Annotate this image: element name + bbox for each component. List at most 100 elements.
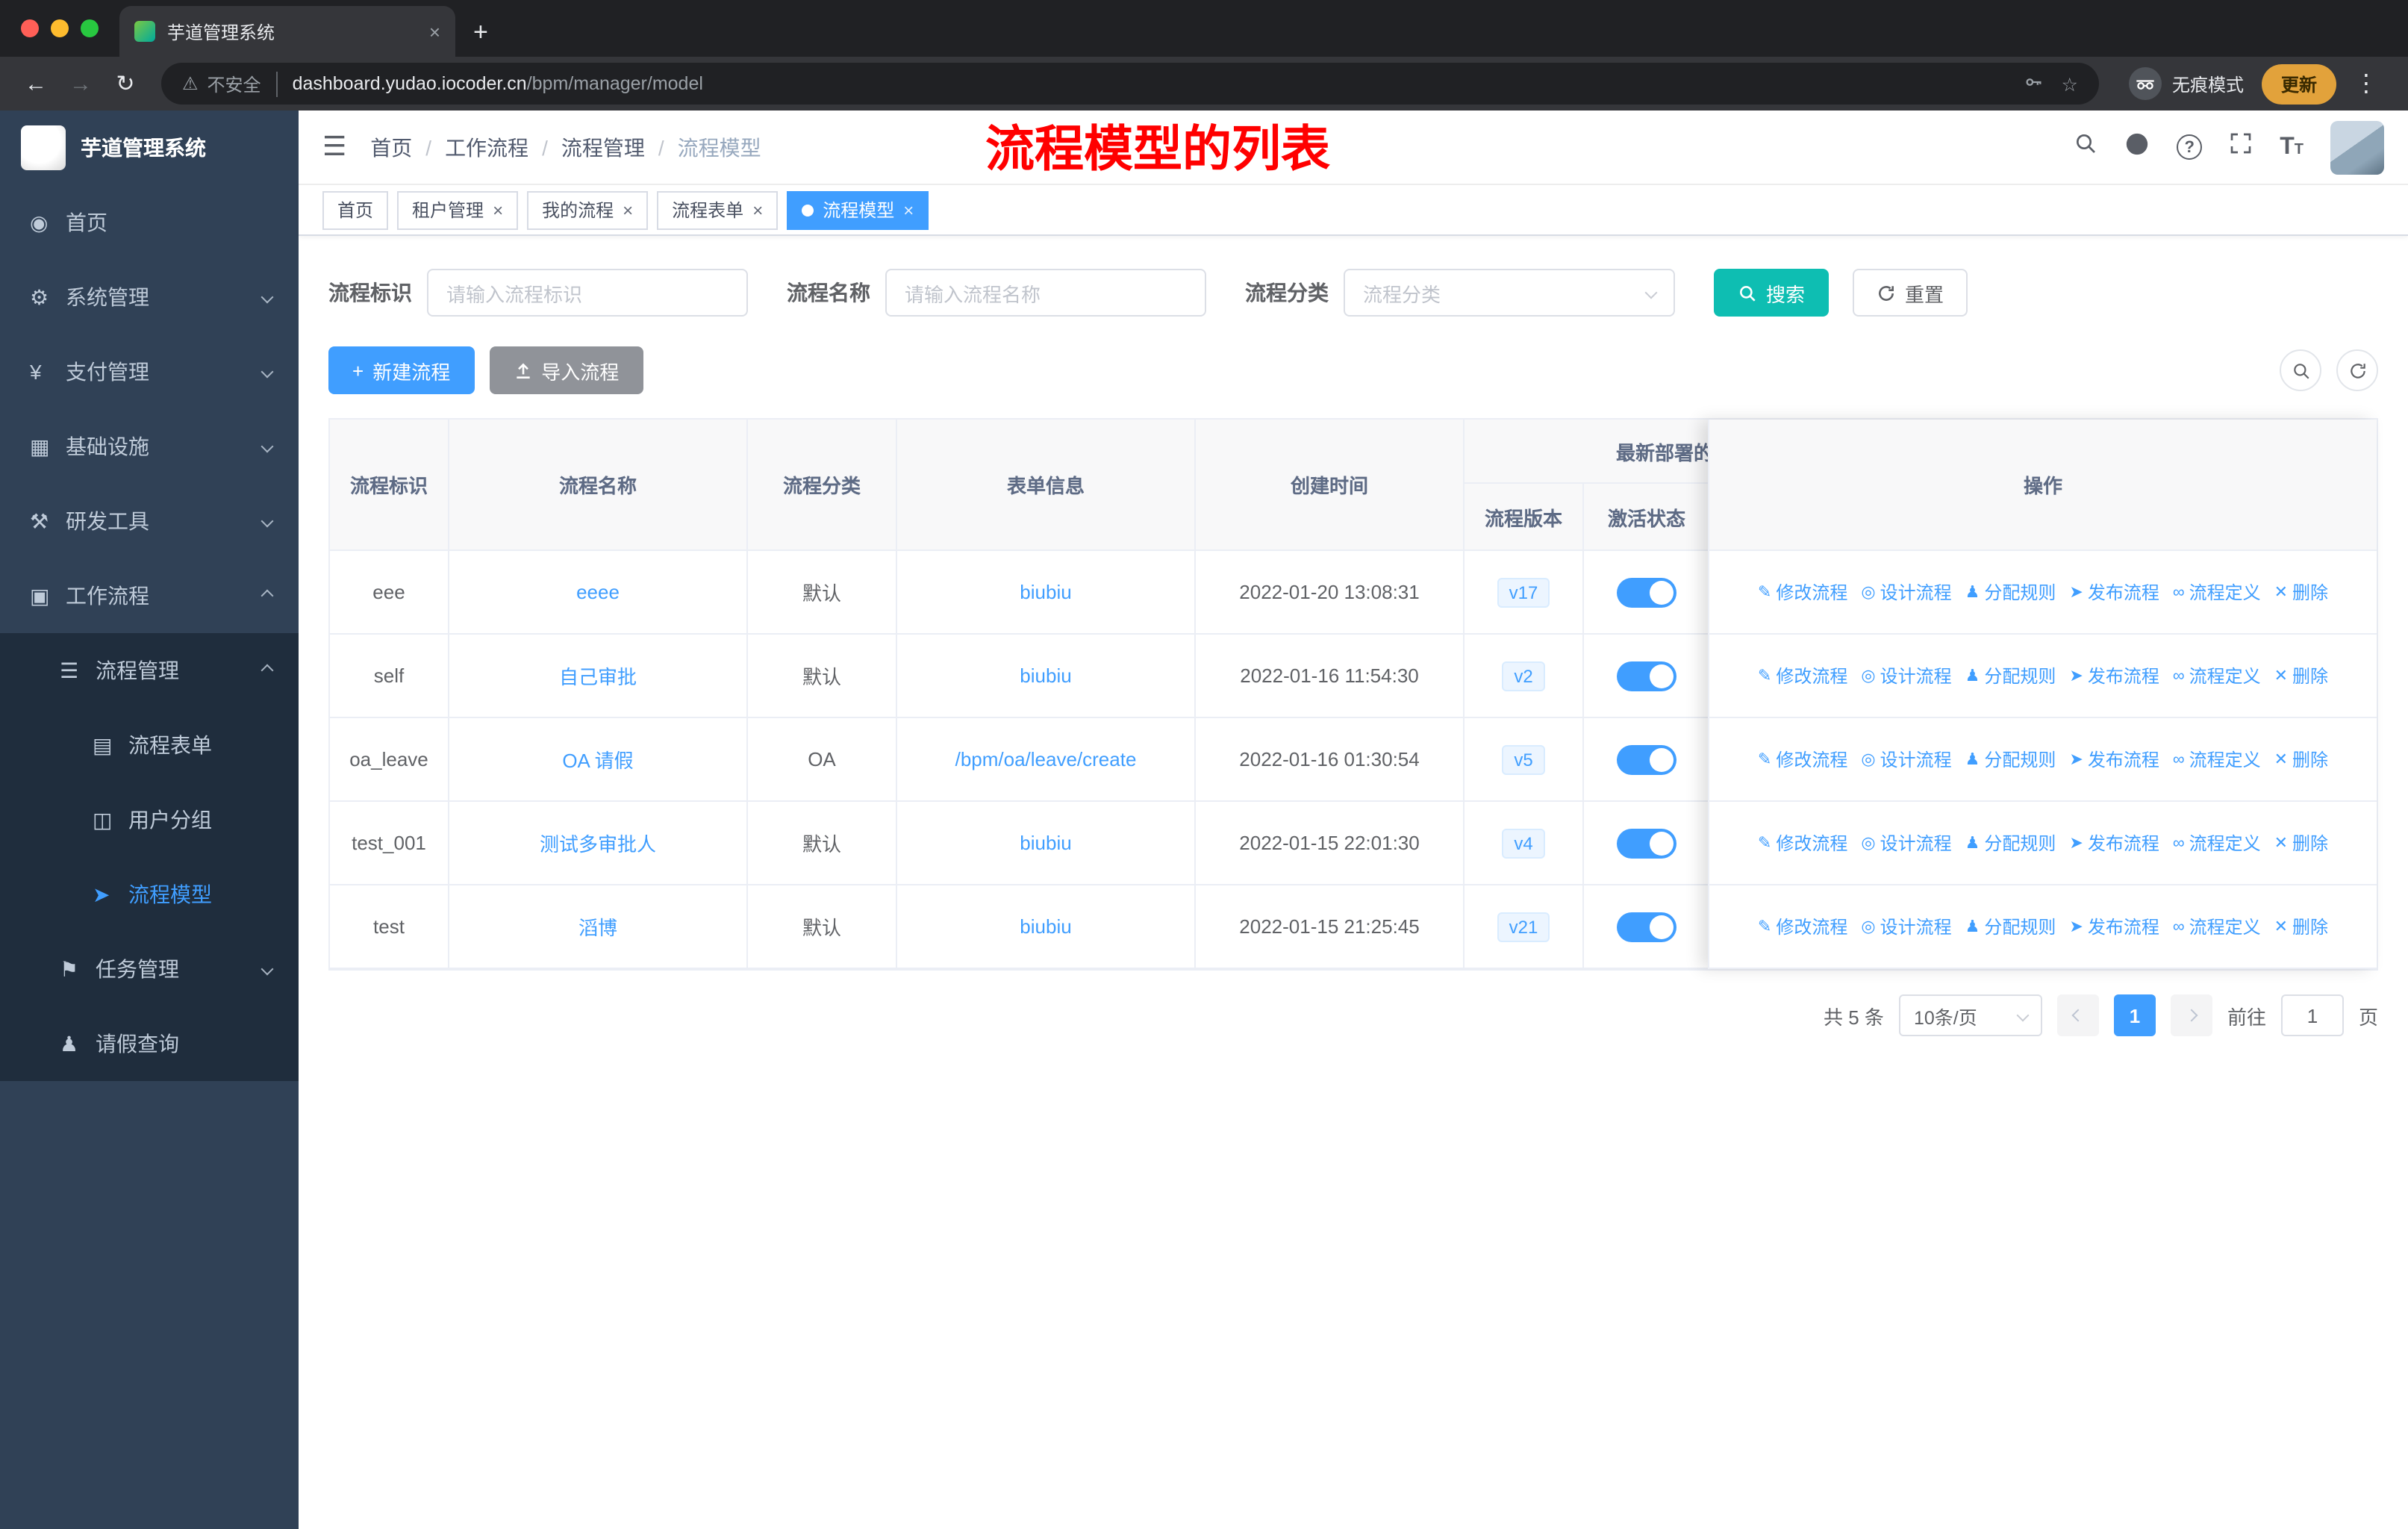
row-action-assign-rule[interactable]: ♟ 分配规则 (1965, 663, 2056, 688)
search-icon[interactable] (2074, 131, 2097, 163)
user-avatar[interactable] (2330, 120, 2384, 174)
form-info-link[interactable]: biubiu (1020, 664, 1071, 687)
row-action-delete[interactable]: ✕ 删除 (2274, 830, 2328, 856)
row-action-definition[interactable]: ∞ 流程定义 (2173, 830, 2261, 856)
row-action-edit[interactable]: ✎ 修改流程 (1758, 663, 1847, 688)
browser-tab[interactable]: 芋道管理系统 × (119, 6, 455, 57)
view-tag[interactable]: 我的流程 × (527, 190, 649, 229)
model-name-link[interactable]: 滔博 (578, 912, 617, 941)
row-action-design[interactable]: ◎ 设计流程 (1861, 579, 1951, 605)
sidebar-item-leave-query[interactable]: ♟ 请假查询 (0, 1006, 299, 1081)
sidebar-item-process-management[interactable]: ☰ 流程管理 (0, 633, 299, 708)
tag-close-icon[interactable]: × (493, 199, 503, 220)
search-button[interactable]: 搜索 (1714, 269, 1830, 317)
row-action-definition[interactable]: ∞ 流程定义 (2173, 579, 2261, 605)
sidebar-item-infrastructure[interactable]: ▦ 基础设施 (0, 409, 299, 484)
sidebar-item-process-form[interactable]: ▤ 流程表单 (0, 708, 299, 782)
row-action-edit[interactable]: ✎ 修改流程 (1758, 830, 1847, 856)
row-action-assign-rule[interactable]: ♟ 分配规则 (1965, 914, 2056, 939)
sidebar-item-dev-tools[interactable]: ⚒ 研发工具 (0, 484, 299, 558)
model-name-link[interactable]: 测试多审批人 (540, 829, 656, 857)
view-tag[interactable]: 首页 (322, 190, 389, 229)
row-action-design[interactable]: ◎ 设计流程 (1861, 830, 1951, 856)
row-action-delete[interactable]: ✕ 删除 (2274, 663, 2328, 688)
sidebar-item-payment[interactable]: ¥ 支付管理 (0, 334, 299, 409)
row-action-delete[interactable]: ✕ 删除 (2274, 579, 2328, 605)
version-badge[interactable]: v5 (1502, 744, 1545, 774)
version-badge[interactable]: v21 (1497, 912, 1550, 941)
model-name-link[interactable]: OA 请假 (562, 745, 633, 773)
github-icon[interactable] (2124, 131, 2150, 164)
next-page-button[interactable] (2170, 994, 2212, 1036)
update-button[interactable]: 更新 (2261, 63, 2336, 104)
address-bar[interactable]: ⚠ 不安全 dashboard.yudao.iocoder.cn /bpm/ma… (161, 63, 2099, 105)
zoom-window-button[interactable] (81, 19, 99, 37)
key-icon[interactable] (2023, 71, 2044, 96)
show-search-toggle-icon[interactable] (2280, 349, 2321, 391)
sidebar-item-task-management[interactable]: ⚑ 任务管理 (0, 932, 299, 1006)
form-info-link[interactable]: biubiu (1020, 832, 1071, 854)
tab-close-icon[interactable]: × (429, 20, 440, 43)
version-badge[interactable]: v17 (1497, 577, 1550, 607)
row-action-publish[interactable]: ➤ 发布流程 (2069, 830, 2159, 856)
row-action-edit[interactable]: ✎ 修改流程 (1758, 579, 1847, 605)
view-tag[interactable]: 租户管理 × (397, 190, 519, 229)
version-badge[interactable]: v4 (1502, 828, 1545, 858)
tag-close-icon[interactable]: × (903, 199, 914, 220)
active-toggle[interactable] (1617, 661, 1676, 691)
create-model-button[interactable]: + 新建流程 (328, 346, 475, 394)
help-icon[interactable]: ? (2177, 134, 2203, 160)
sidebar-item-workflow[interactable]: ▣ 工作流程 (0, 558, 299, 633)
filter-category-select[interactable]: 流程分类 (1344, 269, 1675, 317)
form-info-link[interactable]: biubiu (1020, 915, 1071, 938)
row-action-assign-rule[interactable]: ♟ 分配规则 (1965, 747, 2056, 772)
form-info-link[interactable]: /bpm/oa/leave/create (955, 748, 1137, 770)
row-action-delete[interactable]: ✕ 删除 (2274, 914, 2328, 939)
row-action-publish[interactable]: ➤ 发布流程 (2069, 747, 2159, 772)
security-warning[interactable]: ⚠ 不安全 (182, 71, 278, 96)
sidebar-item-process-model[interactable]: ➤ 流程模型 (0, 857, 299, 932)
active-toggle[interactable] (1617, 577, 1676, 607)
row-action-assign-rule[interactable]: ♟ 分配规则 (1965, 830, 2056, 856)
sidebar-toggle-icon[interactable]: ☰ (322, 131, 346, 163)
back-icon[interactable]: ← (15, 63, 57, 105)
page-size-select[interactable]: 10条/页 (1898, 994, 2042, 1036)
breadcrumb-item[interactable]: 流程模型 (678, 132, 761, 162)
filter-name-input[interactable]: 请输入流程名称 (885, 269, 1206, 317)
forward-icon[interactable]: → (60, 63, 102, 105)
row-action-design[interactable]: ◎ 设计流程 (1861, 663, 1951, 688)
row-action-delete[interactable]: ✕ 删除 (2274, 747, 2328, 772)
close-window-button[interactable] (21, 19, 39, 37)
row-action-definition[interactable]: ∞ 流程定义 (2173, 914, 2261, 939)
row-action-publish[interactable]: ➤ 发布流程 (2069, 579, 2159, 605)
form-info-link[interactable]: biubiu (1020, 581, 1071, 603)
new-tab-button[interactable]: + (473, 18, 488, 48)
breadcrumb-item[interactable]: 工作流程 (445, 132, 528, 162)
row-action-design[interactable]: ◎ 设计流程 (1861, 914, 1951, 939)
row-action-edit[interactable]: ✎ 修改流程 (1758, 747, 1847, 772)
sidebar-item-system-management[interactable]: ⚙ 系统管理 (0, 260, 299, 334)
row-action-definition[interactable]: ∞ 流程定义 (2173, 747, 2261, 772)
fullscreen-icon[interactable] (2229, 131, 2253, 163)
reload-icon[interactable]: ↻ (105, 63, 146, 105)
breadcrumb-item[interactable]: 首页 (370, 132, 412, 162)
row-action-edit[interactable]: ✎ 修改流程 (1758, 914, 1847, 939)
view-tag[interactable]: 流程表单 × (657, 190, 779, 229)
row-action-definition[interactable]: ∞ 流程定义 (2173, 663, 2261, 688)
tag-close-icon[interactable]: × (752, 199, 763, 220)
active-toggle[interactable] (1617, 744, 1676, 774)
font-size-icon[interactable]: TT (2280, 134, 2303, 161)
row-action-publish[interactable]: ➤ 发布流程 (2069, 914, 2159, 939)
app-logo[interactable]: 芋道管理系统 (0, 110, 299, 185)
row-action-assign-rule[interactable]: ♟ 分配规则 (1965, 579, 2056, 605)
filter-key-input[interactable]: 请输入流程标识 (427, 269, 748, 317)
minimize-window-button[interactable] (51, 19, 69, 37)
bookmark-star-icon[interactable]: ☆ (2062, 72, 2078, 95)
version-badge[interactable]: v2 (1502, 661, 1545, 691)
sidebar-item-home[interactable]: ◉ 首页 (0, 185, 299, 260)
active-toggle[interactable] (1617, 828, 1676, 858)
row-action-publish[interactable]: ➤ 发布流程 (2069, 663, 2159, 688)
goto-page-input[interactable]: 1 (2280, 994, 2344, 1036)
row-action-design[interactable]: ◎ 设计流程 (1861, 747, 1951, 772)
prev-page-button[interactable] (2056, 994, 2099, 1036)
